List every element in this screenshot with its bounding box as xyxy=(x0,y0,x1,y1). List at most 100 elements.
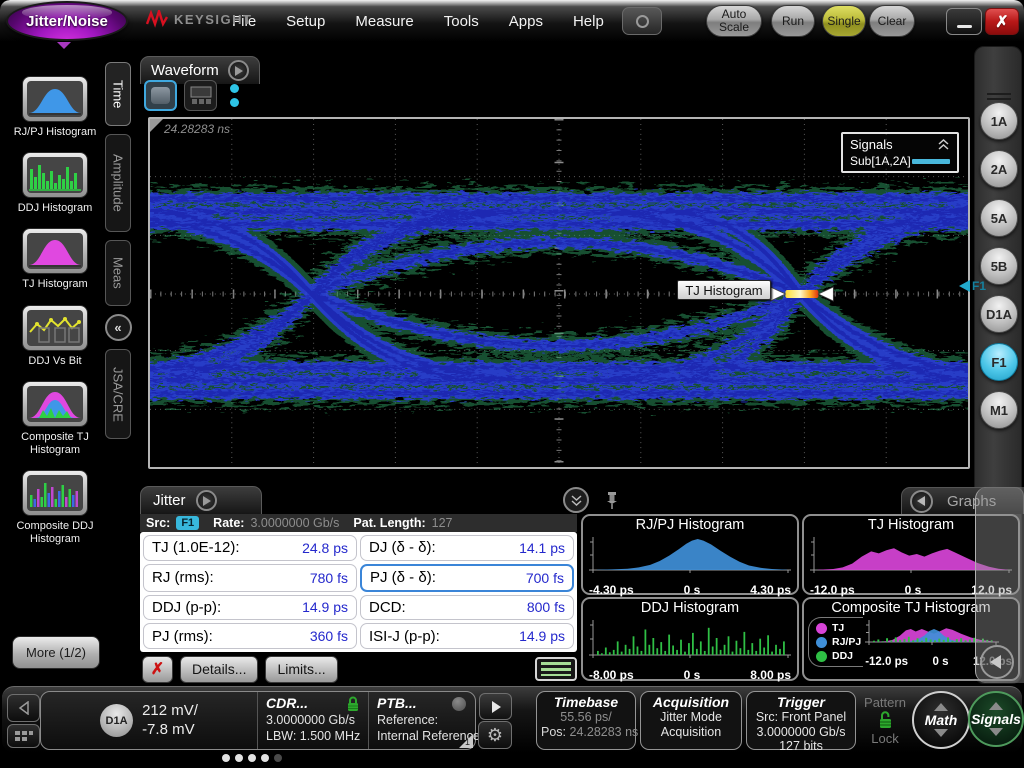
cdr-section[interactable]: CDR... 3.0000000 Gb/s LBW: 1.500 MHz xyxy=(257,692,368,749)
keysight-logo: KEYSIGHT xyxy=(146,10,252,28)
result-cell-dcd[interactable]: DCD:800 fs xyxy=(360,595,574,621)
close-icon: ✗ xyxy=(995,12,1008,32)
grid-icon xyxy=(15,730,33,742)
slide-back-icon[interactable] xyxy=(910,490,933,513)
view-indicator-dots[interactable] xyxy=(230,84,239,107)
signals-button[interactable]: Signals xyxy=(968,691,1024,747)
timebase-scale: 55.56 ps/ xyxy=(541,710,631,725)
menu-apps[interactable]: Apps xyxy=(509,13,543,30)
acquisition-status-panel[interactable]: D1A 212 mV/ -7.8 mV CDR... 3.0000000 Gb/… xyxy=(40,691,476,750)
play-icon[interactable] xyxy=(196,490,217,511)
clear-button[interactable]: Clear xyxy=(869,5,915,37)
split-view-button[interactable] xyxy=(184,80,217,111)
menu-bar: File Setup Measure Tools Apps Help xyxy=(232,0,604,42)
menu-setup[interactable]: Setup xyxy=(286,13,325,30)
camera-icon xyxy=(636,15,649,28)
tab-meas[interactable]: Meas xyxy=(105,240,131,306)
thumb-tj-histogram[interactable]: TJ Histogram xyxy=(9,228,101,291)
result-cell-rj[interactable]: RJ (rms):780 fs xyxy=(143,564,357,592)
pin-icon[interactable] xyxy=(605,491,619,510)
rjpj-histogram-panel[interactable]: RJ/PJ Histogram -4.30 ps 0 s 4.30 ps xyxy=(581,514,799,595)
trigger-box[interactable]: Trigger Src: Front Panel 3.0000000 Gb/s … xyxy=(746,691,856,750)
result-cell-ddj[interactable]: DDJ (p-p):14.9 ps xyxy=(143,595,357,621)
tj-histogram-label[interactable]: TJ Histogram xyxy=(677,280,771,300)
chevron-up-double-icon[interactable] xyxy=(937,139,950,150)
scroll-right-button[interactable] xyxy=(479,693,512,720)
channel-f1-button[interactable]: F1 xyxy=(980,343,1018,381)
single-view-button[interactable] xyxy=(144,80,177,111)
run-button[interactable]: Run xyxy=(771,5,815,37)
thumb-ddj-histogram[interactable]: DDJ Histogram xyxy=(9,152,101,215)
thumb-composite-ddj-histogram[interactable]: Composite DDJ Histogram xyxy=(9,470,101,546)
rjpj-histogram-chart xyxy=(587,534,793,578)
timebase-box[interactable]: Timebase 55.56 ps/ Pos: 24.28283 ns xyxy=(536,691,636,750)
screenshot-camera-button[interactable] xyxy=(622,7,662,35)
cdr-lbw: LBW: 1.500 MHz xyxy=(266,728,360,744)
play-icon[interactable] xyxy=(228,60,249,81)
legend-title: Signals xyxy=(850,137,893,152)
details-button[interactable]: Details... xyxy=(180,656,258,683)
triangle-right-icon xyxy=(489,700,503,714)
acquisition-box[interactable]: Acquisition Jitter Mode Acquisition xyxy=(640,691,742,750)
thumb-rjpj-histogram[interactable]: RJ/PJ Histogram xyxy=(9,76,101,139)
ddj-legend-dot xyxy=(816,651,827,662)
menu-help[interactable]: Help xyxy=(573,13,604,30)
panel-grid-button[interactable] xyxy=(7,724,40,748)
sidebar-collapse-button[interactable]: « xyxy=(105,314,132,341)
timebase-delta-label: 24.28283 ns xyxy=(164,122,230,136)
delete-measurement-button[interactable]: ✗ xyxy=(142,656,173,683)
thumb-composite-tj-histogram[interactable]: Composite TJ Histogram xyxy=(9,381,101,457)
collapse-panel-button[interactable] xyxy=(563,487,589,513)
single-button[interactable]: Single xyxy=(822,5,866,37)
menu-measure[interactable]: Measure xyxy=(355,13,413,30)
eye-diagram-plot[interactable]: 24.28283 ns Signals Sub[1A,2A] TJ Histog… xyxy=(148,117,970,469)
menu-tools[interactable]: Tools xyxy=(444,13,479,30)
math-button[interactable]: Math xyxy=(912,691,970,749)
ptb-section[interactable]: PTB... Reference: Internal Reference 1 xyxy=(368,692,474,749)
app-mode-badge[interactable]: Jitter/Noise xyxy=(6,1,128,41)
keysight-spark-icon xyxy=(146,10,168,28)
page-dots[interactable] xyxy=(222,754,282,762)
bottom-status-bar: D1A 212 mV/ -7.8 mV CDR... 3.0000000 Gb/… xyxy=(2,686,1022,753)
up-arrow-icon xyxy=(989,702,1003,710)
thumb-ddj-vs-bit[interactable]: DDJ Vs Bit xyxy=(9,305,101,368)
jitter-source-bar: Src: F1 Rate: 3.0000000 Gb/s Pat. Length… xyxy=(140,514,577,532)
channel-m1-button[interactable]: M1 xyxy=(980,391,1018,429)
jitter-tab[interactable]: Jitter xyxy=(140,486,262,514)
channel-5a-button[interactable]: 5A xyxy=(980,199,1018,237)
settings-button[interactable]: ⚙ xyxy=(478,721,512,749)
channel-d1a-button[interactable]: D1A xyxy=(980,295,1018,333)
legend-swatch xyxy=(912,159,950,164)
auto-scale-button[interactable]: Auto Scale xyxy=(706,5,762,37)
more-graphs-button[interactable]: More (1/2) xyxy=(12,636,100,669)
channel-2a-button[interactable]: 2A xyxy=(980,150,1018,188)
tab-amplitude[interactable]: Amplitude xyxy=(105,134,131,232)
signals-legend[interactable]: Signals Sub[1A,2A] xyxy=(841,132,959,173)
result-cell-pj-dd[interactable]: PJ (δ - δ):700 fs xyxy=(360,564,574,592)
tab-jsa-cre[interactable]: JSA/CRE xyxy=(105,349,131,439)
scroll-left-button[interactable] xyxy=(7,694,40,722)
result-cell-pj-rms[interactable]: PJ (rms):360 fs xyxy=(143,623,357,649)
xtick-center: 0 s xyxy=(684,668,701,682)
bars-green-icon xyxy=(27,157,83,193)
gaussian-magenta-icon xyxy=(27,233,83,269)
ptb-ref-value: Internal Reference xyxy=(377,728,466,744)
category-tabstrip: Time Amplitude Meas « JSA/CRE xyxy=(103,62,133,447)
channel-1a-button[interactable]: 1A xyxy=(980,102,1018,140)
result-cell-tj[interactable]: TJ (1.0E-12):24.8 ps xyxy=(143,535,357,561)
close-button[interactable]: ✗ xyxy=(985,8,1019,35)
ddj-histogram-panel[interactable]: DDJ Histogram -8.00 ps 0 s 8.00 ps xyxy=(581,597,799,681)
legend-entry: Sub[1A,2A] xyxy=(850,154,911,168)
down-arrow-icon xyxy=(934,729,948,737)
tab-time[interactable]: Time xyxy=(105,62,131,126)
result-cell-isij[interactable]: ISI-J (p-p):14.9 ps xyxy=(360,623,574,649)
pattern-lock-icon xyxy=(877,711,894,730)
result-cell-dj[interactable]: DJ (δ - δ):14.1 ps xyxy=(360,535,574,561)
channel-scale-section[interactable]: D1A 212 mV/ -7.8 mV xyxy=(41,692,257,749)
limits-button[interactable]: Limits... xyxy=(265,656,337,683)
graphs-expand-button[interactable] xyxy=(980,645,1014,679)
src-badge[interactable]: F1 xyxy=(176,516,199,530)
triangle-left-icon xyxy=(17,701,31,715)
channel-offset: -7.8 mV xyxy=(142,721,198,740)
minimize-button[interactable] xyxy=(946,8,982,35)
